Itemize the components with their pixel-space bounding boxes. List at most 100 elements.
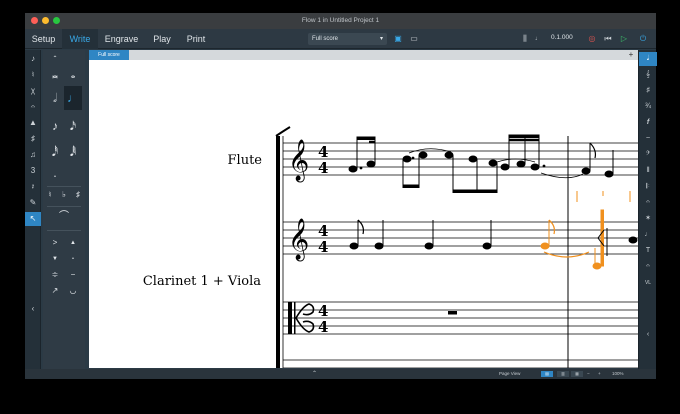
- zoom-window-button[interactable]: [53, 17, 60, 24]
- staff-viola: [283, 301, 638, 335]
- clef-icon[interactable]: 𝄞: [639, 68, 657, 82]
- zoom-out-icon[interactable]: −: [587, 369, 590, 379]
- flat-icon[interactable]: ♭: [57, 188, 71, 202]
- note-input-icon[interactable]: ♪: [25, 52, 41, 66]
- tab-print[interactable]: Print: [179, 29, 213, 49]
- title-bar: Flow 1 in Untitled Project 1: [25, 13, 656, 29]
- staccatissimo-icon[interactable]: ▼: [46, 252, 64, 266]
- tab-play[interactable]: Play: [145, 29, 179, 49]
- view-icon-1[interactable]: ▤: [541, 371, 553, 377]
- panel-toggle-icon[interactable]: ⌃: [312, 369, 317, 379]
- slur-icon[interactable]: ⌒: [53, 210, 75, 224]
- figured-bass-icon[interactable]: VL: [639, 276, 657, 290]
- dynamics-icon[interactable]: f: [639, 116, 657, 130]
- quarter-note-icon[interactable]: ♩: [64, 86, 82, 110]
- collapse-left-icon[interactable]: ‹: [25, 302, 41, 316]
- add-tab-button[interactable]: +: [627, 50, 635, 60]
- eighth-note-icon[interactable]: ♪: [46, 116, 64, 136]
- fermata-icon[interactable]: 𝄐: [639, 196, 657, 210]
- tab-write[interactable]: Write: [62, 29, 98, 49]
- slur-tool-icon[interactable]: χ: [25, 84, 41, 98]
- pencil-icon[interactable]: ✎: [25, 196, 41, 210]
- layout-tab-strip: Full score +: [89, 50, 638, 60]
- whole-note-icon[interactable]: 𝅝: [64, 68, 82, 82]
- thirty-second-note-icon[interactable]: 𝅘𝅥𝅰: [46, 142, 64, 162]
- chord-symbol-icon[interactable]: 𝄢: [639, 148, 657, 162]
- power-icon[interactable]: ⏻: [637, 33, 649, 45]
- grace-note-icon[interactable]: ♫: [25, 148, 41, 162]
- text-icon[interactable]: T: [639, 244, 657, 258]
- metronome-icon[interactable]: ♩: [533, 33, 543, 45]
- score-page[interactable]: Flute Clarinet 1 + Viola 𝄞 4 4 𝄞 4 4 4 4: [89, 60, 638, 368]
- key-signature-icon[interactable]: ♯: [639, 84, 657, 98]
- view-icon-2[interactable]: ▥: [557, 371, 569, 377]
- zoom-level[interactable]: 100%: [612, 369, 624, 379]
- rewind-icon[interactable]: ⏮: [603, 33, 613, 45]
- ornaments-icon[interactable]: ~: [639, 132, 657, 146]
- rest-icon[interactable]: 𝄽: [25, 180, 41, 194]
- sixteenth-note-icon[interactable]: 𝅘𝅥𝅯: [64, 116, 82, 136]
- minimize-window-button[interactable]: [42, 17, 49, 24]
- tenuto-icon[interactable]: −: [64, 268, 82, 282]
- whole-rest: [448, 311, 457, 315]
- close-window-button[interactable]: [31, 17, 38, 24]
- lines-icon[interactable]: ⦀: [639, 164, 657, 178]
- marcato-icon[interactable]: ▲: [64, 236, 82, 250]
- instrument-name-clarinet-viola: Clarinet 1 + Viola: [143, 274, 261, 289]
- staccato-icon[interactable]: •: [64, 252, 82, 266]
- repeat-icon[interactable]: 𝄆: [639, 180, 657, 194]
- tuplet-icon[interactable]: 3: [25, 164, 41, 178]
- tenuto-staccato-icon[interactable]: ≑: [46, 268, 64, 282]
- view-icon-3[interactable]: ▦: [571, 371, 583, 377]
- transport-position: 0.1.000: [551, 34, 573, 41]
- sharp-icon[interactable]: ♯: [71, 188, 85, 202]
- score-canvas: Flute Clarinet 1 + Viola 𝄞 4 4 𝄞 4 4 4 4: [143, 126, 638, 368]
- toolbar: Setup Write Engrave Play Print Full scor…: [25, 29, 656, 49]
- play-icon[interactable]: ▷: [619, 33, 629, 45]
- time-sig-lower-flute: 4: [318, 159, 328, 177]
- expand-right-icon[interactable]: ‹: [639, 328, 657, 342]
- notes-panel: ⌃ 𝅜 𝅝 𝅗𝅥 ♩ ♪ 𝅘𝅥𝅯 𝅘𝅥𝅰 𝅘𝅥𝅱 • ♮ ♭ ♯ ⌒ > ▲ ▼…: [43, 50, 85, 370]
- pedal-icon[interactable]: ✶: [639, 212, 657, 226]
- tie-icon[interactable]: 𝄐: [25, 100, 41, 114]
- layout-selector[interactable]: Full score ▾: [308, 33, 387, 45]
- dot-icon[interactable]: •: [46, 170, 64, 184]
- view-mode-label[interactable]: Page View: [499, 369, 520, 379]
- notations-panel-toolbox: 𝅘𝅥 𝄞 ♯ ¾ f ~ 𝄢 ⦀ 𝄆 𝄐 ✶ ♩ T 𝄐 VL ‹: [638, 50, 657, 370]
- unstress-icon[interactable]: ◡: [64, 284, 82, 298]
- zoom-in-icon[interactable]: +: [598, 369, 601, 379]
- lock-duration-icon[interactable]: ▲: [25, 116, 41, 130]
- selection-markers: [576, 191, 631, 202]
- select-arrow-icon[interactable]: ↖: [25, 212, 41, 226]
- breve-icon[interactable]: 𝅜: [46, 68, 64, 82]
- tab-engrave[interactable]: Engrave: [98, 29, 145, 49]
- chevron-down-icon: ▾: [379, 36, 383, 42]
- accidental-icon[interactable]: ♮: [25, 68, 41, 82]
- lyrics-icon[interactable]: 𝄐: [639, 260, 657, 274]
- layout-selector-value: Full score: [312, 36, 339, 42]
- stress-icon[interactable]: ↗: [46, 284, 64, 298]
- window-controls: [31, 17, 60, 24]
- page-view-icon[interactable]: ▭: [408, 33, 420, 45]
- half-note-icon[interactable]: 𝅗𝅥: [46, 88, 64, 108]
- app-window: Flow 1 in Untitled Project 1 Setup Write…: [25, 13, 657, 379]
- mixer-icon[interactable]: ⫼: [520, 33, 530, 45]
- time-signature-icon[interactable]: ¾: [639, 100, 657, 114]
- tempo-icon[interactable]: ♩: [639, 228, 657, 242]
- flute-notes: [348, 134, 614, 193]
- treble-clef-clarinet: 𝄞: [288, 218, 309, 261]
- tab-setup[interactable]: Setup: [25, 29, 62, 49]
- status-bar: ⌃ Page View ▤ ▥ ▦ − + 100%: [25, 369, 656, 379]
- galley-view-icon[interactable]: ▣: [392, 33, 404, 45]
- window-title: Flow 1 in Untitled Project 1: [301, 17, 380, 24]
- record-icon[interactable]: ◎: [587, 33, 597, 45]
- tab-full-score[interactable]: Full score: [89, 50, 129, 60]
- time-sig-lower-clarinet: 4: [318, 238, 328, 256]
- accent-icon[interactable]: >: [46, 236, 64, 250]
- panel-scroll-up-icon[interactable]: ⌃: [46, 52, 64, 66]
- staff-fourth: [283, 359, 638, 368]
- notes-panel-icon[interactable]: 𝅘𝅥: [639, 52, 657, 66]
- chord-icon[interactable]: ♯: [25, 132, 41, 146]
- natural-icon[interactable]: ♮: [43, 188, 57, 202]
- sixty-fourth-note-icon[interactable]: 𝅘𝅥𝅱: [64, 142, 82, 162]
